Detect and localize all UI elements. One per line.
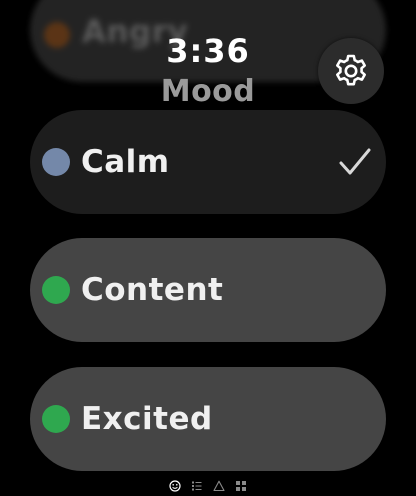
- list-item-excited[interactable]: Excited: [30, 367, 386, 471]
- gear-icon: [332, 52, 370, 90]
- calm-color-dot: [42, 148, 70, 176]
- checkmark-icon: [339, 148, 371, 176]
- excited-color-dot: [42, 405, 70, 433]
- page-indicator[interactable]: [168, 478, 248, 494]
- content-color-dot: [42, 276, 70, 304]
- smiley-icon[interactable]: [168, 479, 182, 493]
- list-item-label: Calm: [81, 144, 170, 180]
- list-item-calm[interactable]: Calm: [30, 110, 386, 214]
- list-icon[interactable]: [190, 479, 204, 493]
- list-item-label: Content: [81, 272, 224, 308]
- grid-icon[interactable]: [234, 479, 248, 493]
- list-item-content[interactable]: Content: [30, 238, 386, 342]
- settings-button[interactable]: [318, 38, 384, 104]
- warning-icon[interactable]: [212, 479, 226, 493]
- list-item-label: Excited: [81, 401, 213, 437]
